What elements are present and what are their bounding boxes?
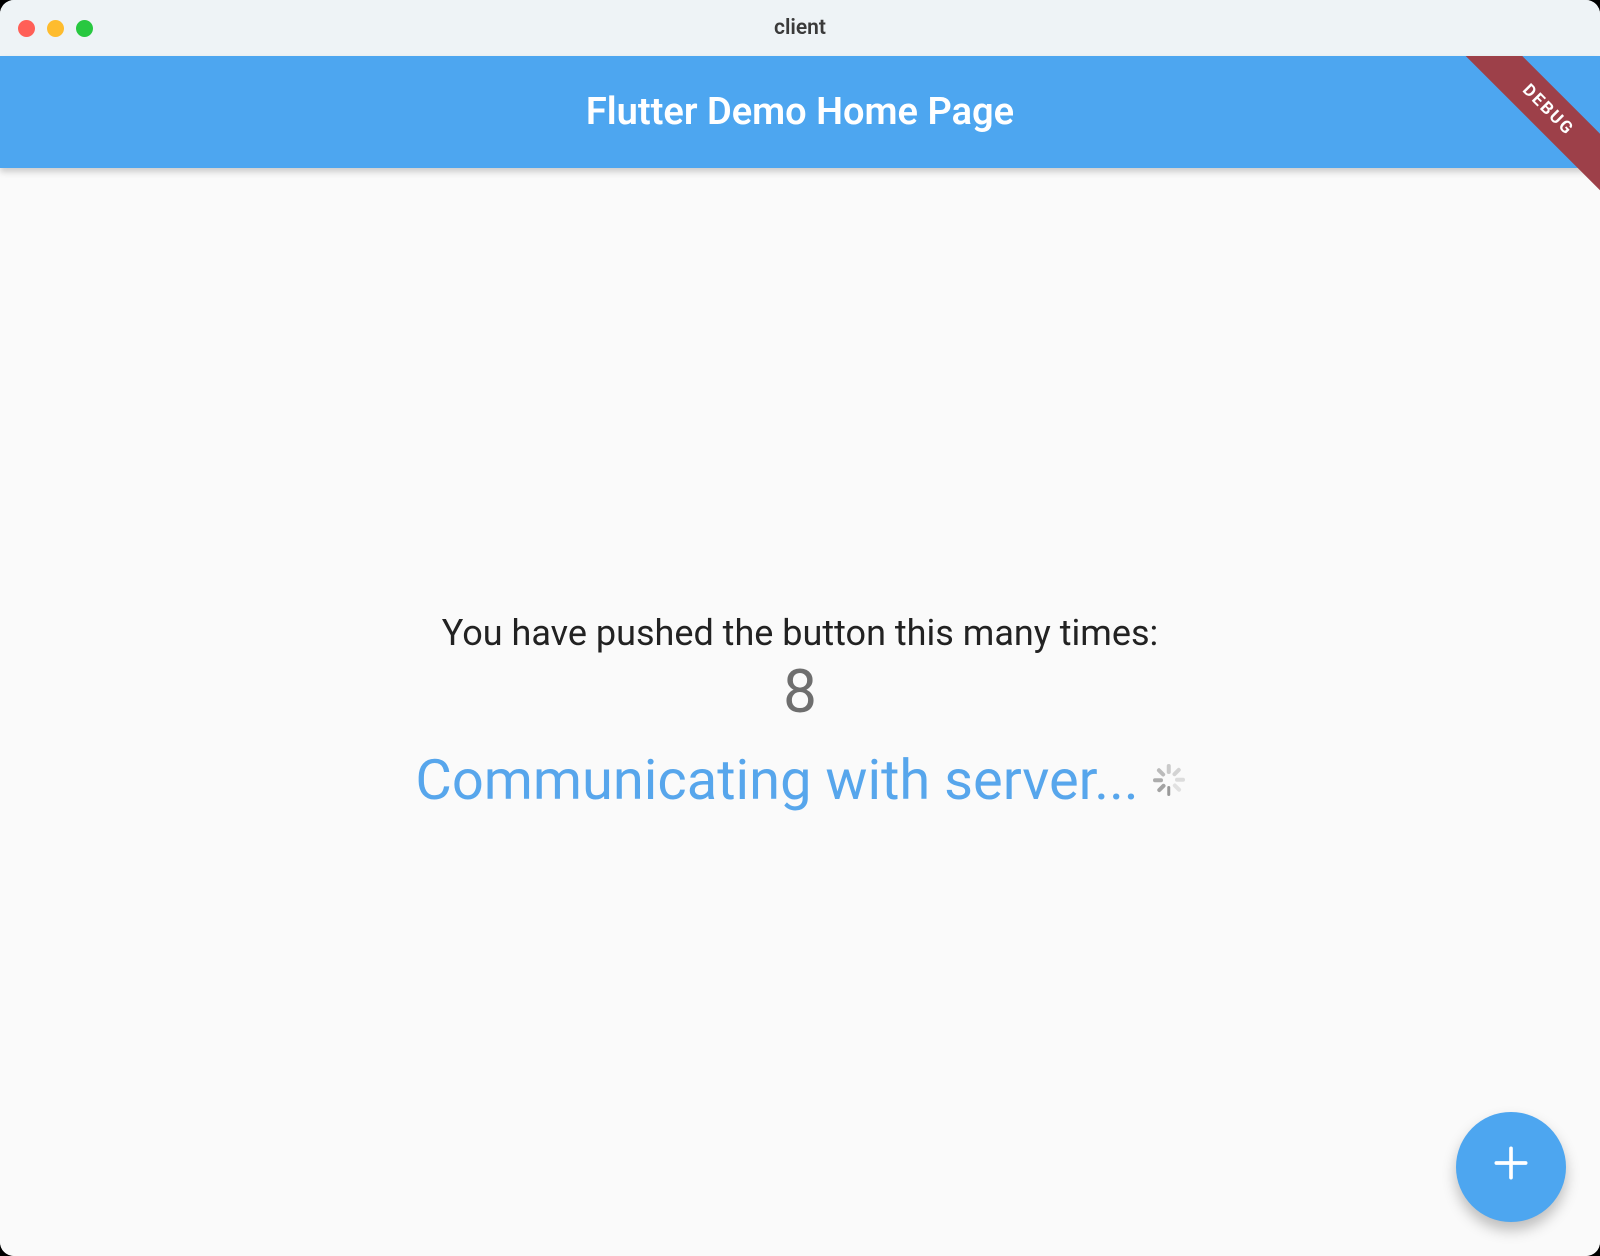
app-body: DEBUG Flutter Demo Home Page You have pu… — [0, 56, 1600, 1256]
app-bar-title: Flutter Demo Home Page — [586, 90, 1014, 134]
traffic-lights — [18, 20, 93, 37]
increment-fab[interactable] — [1456, 1112, 1566, 1222]
window-close-button[interactable] — [18, 20, 35, 37]
window-title: client — [774, 16, 826, 40]
counter-value: 8 — [783, 656, 817, 727]
counter-description: You have pushed the button this many tim… — [442, 612, 1159, 654]
loading-spinner-icon — [1153, 764, 1185, 796]
app-window: client DEBUG Flutter Demo Home Page You … — [0, 0, 1600, 1256]
main-content: You have pushed the button this many tim… — [0, 168, 1600, 1256]
window-minimize-button[interactable] — [47, 20, 64, 37]
status-text: Communicating with server... — [415, 747, 1138, 813]
app-bar: Flutter Demo Home Page — [0, 56, 1600, 168]
window-maximize-button[interactable] — [76, 20, 93, 37]
plus-icon — [1489, 1141, 1533, 1193]
status-row: Communicating with server... — [415, 747, 1184, 813]
window-titlebar[interactable]: client — [0, 0, 1600, 56]
